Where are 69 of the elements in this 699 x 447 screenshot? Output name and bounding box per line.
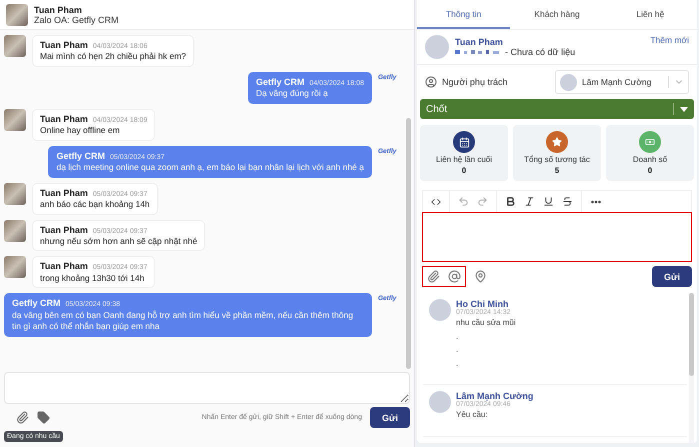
sender-name: Getfly CRM: [56, 150, 105, 162]
owner-select[interactable]: Lâm Mạnh Cường: [555, 70, 689, 94]
message-text: trong khoảng 13h30 tới 14h: [40, 272, 146, 284]
sender-avatar: [4, 220, 26, 242]
sender-name: Tuan Pham: [40, 39, 88, 52]
sender-name: Tuan Pham: [40, 224, 88, 236]
stat-label: Doanh số: [632, 155, 668, 164]
calendar-icon: [458, 136, 470, 148]
mention-icon[interactable]: [448, 270, 461, 283]
customer-detail: - Chưa có dữ liệu: [505, 47, 576, 57]
tab[interactable]: Khách hàng: [510, 0, 604, 29]
code-icon[interactable]: [431, 196, 441, 206]
message-text: Online hay offline em: [40, 125, 121, 137]
customer-avatar: [425, 35, 449, 59]
owner-label: Người phụ trách: [442, 77, 508, 87]
note-avatar: [429, 299, 451, 321]
sender-name: Tuan Pham: [40, 260, 88, 273]
sender-name: Getfly CRM: [256, 76, 304, 88]
message-input[interactable]: [4, 372, 410, 404]
money-icon: [645, 137, 655, 147]
star-icon: [552, 137, 562, 147]
contact-avatar: [6, 4, 28, 26]
stat-label: Tổng số tương tác: [524, 155, 590, 164]
note-text: .: [456, 358, 460, 370]
message-text: dạ lịch meeting online qua zoom anh ạ, em báo lại bạn nhân lại lịch với anh nhé ạ: [56, 162, 364, 174]
sender-avatar: [4, 35, 26, 57]
scrollbar[interactable]: [689, 293, 694, 443]
message-text: Mai mình có hẹn 2h chiều phải hk em?: [40, 51, 186, 63]
tab[interactable]: Thông tin: [417, 0, 510, 29]
note-author: Lâm Mạnh Cường: [456, 391, 534, 402]
send-button[interactable]: Gửi: [370, 407, 410, 428]
stage-select[interactable]: Chốt: [420, 99, 694, 119]
save-note-button[interactable]: Gửi: [652, 266, 692, 287]
sender-avatar: [4, 182, 26, 205]
note-text: nhu cầu sửa mũi: [456, 317, 516, 329]
bold-icon[interactable]: [505, 196, 516, 207]
tag-icon[interactable]: [37, 411, 50, 424]
message-text: nhưng nếu sớm hơn anh sẽ cập nhật nhé: [40, 236, 198, 248]
caret-icon: [680, 106, 688, 112]
contact-source: Zalo OA: Getfly CRM: [34, 14, 119, 24]
strikethrough-icon[interactable]: [562, 196, 573, 207]
tab[interactable]: Liên hệ: [604, 0, 697, 29]
note-text: Yêu cầu:: [456, 409, 489, 422]
message-text: dạ vâng bên em có bạn Oanh đang hỗ trợ anh tìm hiểu về phần mềm, nếu cần thêm thông tin gì anh có thể nhắn bạn giúp em nha: [12, 310, 354, 333]
italic-icon[interactable]: [524, 196, 535, 207]
location-icon[interactable]: [474, 270, 487, 283]
underline-icon[interactable]: [543, 196, 554, 207]
note-text: .: [456, 344, 460, 356]
contact-name: Tuan Pham: [34, 4, 83, 14]
sender-name: Getfly CRM: [12, 297, 61, 310]
note-author: Ho Chi Minh: [456, 299, 510, 309]
note-editor[interactable]: [422, 212, 692, 262]
stat-value: 0: [648, 166, 652, 175]
sender-name: Tuan Pham: [40, 112, 88, 125]
sender-avatar: [4, 108, 26, 131]
stat-label: Liên hệ lần cuối: [436, 155, 492, 164]
sender-avatar: [4, 256, 26, 278]
message-text: Dạ vâng đúng rồi ạ: [256, 88, 329, 100]
note-avatar: [429, 391, 451, 414]
sender-name: Tuan Pham: [40, 186, 88, 199]
add-new-link[interactable]: Thêm mới: [650, 35, 689, 45]
user-icon: [425, 76, 437, 88]
attachment-icon[interactable]: [427, 270, 440, 283]
customer-name: Tuan Pham: [455, 37, 504, 47]
note-text: .: [456, 330, 460, 343]
message-text: anh báo các bạn khoảng 14h: [40, 199, 150, 211]
attachment-icon[interactable]: [16, 411, 29, 424]
stat-value: 5: [554, 166, 560, 175]
stat-value: 0: [462, 166, 466, 175]
